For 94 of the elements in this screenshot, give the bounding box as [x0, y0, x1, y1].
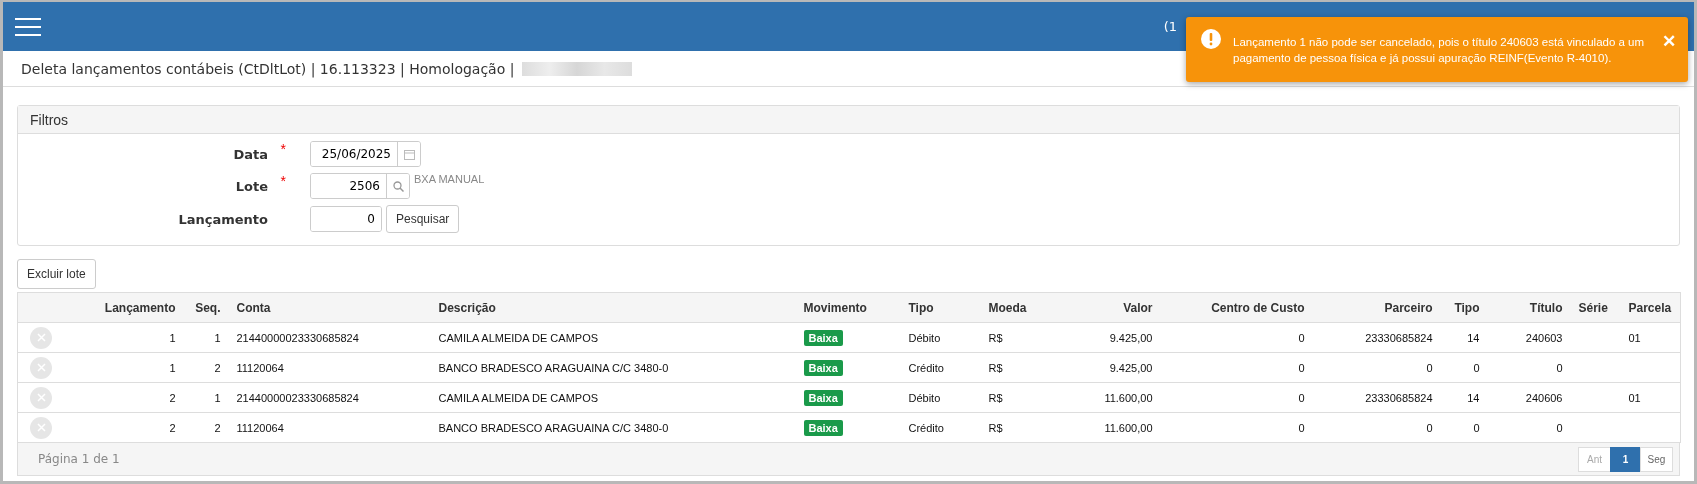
- partner-cell: 0: [1426, 421, 1433, 434]
- account-cell: 21440000023330685824: [236, 391, 359, 404]
- title-cell: 0: [1556, 361, 1563, 374]
- toast-message: Lançamento 1 não pode ser cancelado, pois o título 240603 está vinculado a um pagamento de pessoa física e já possui apuração REINF(Evento R-4010).: [1233, 34, 1646, 66]
- input-field[interactable]: 0: [310, 206, 382, 232]
- page-title: Deleta lançamentos contábeis (CtDltLot) | 16.113323 | Homologação |: [21, 60, 515, 77]
- calendar-icon[interactable]: [403, 148, 415, 160]
- cost-center-cell: 0: [1298, 361, 1305, 374]
- panel-title: Filtros: [18, 106, 1679, 134]
- partner-type-cell: 0: [1473, 361, 1480, 374]
- entry-cell: 2: [169, 421, 176, 434]
- column-header: Moeda: [980, 292, 1071, 323]
- partner-cell: 23330685824: [1365, 391, 1433, 404]
- warning-icon: [1201, 29, 1221, 49]
- installment-cell: 01: [1628, 391, 1641, 404]
- type-cell: Débito: [908, 331, 941, 344]
- sequence-cell: 1: [214, 331, 221, 344]
- account-cell: 11120064: [236, 421, 284, 434]
- menu-icon[interactable]: [15, 16, 41, 37]
- field-label: Lote: [234, 178, 268, 194]
- installment-cell: 01: [1628, 331, 1641, 344]
- column-header: Conta: [228, 292, 431, 323]
- sequence-cell: 2: [214, 421, 221, 434]
- delete-button[interactable]: [30, 356, 52, 379]
- cost-center-cell: 0: [1298, 331, 1305, 344]
- type-cell: Débito: [908, 391, 941, 404]
- status-badge: Baixa: [803, 329, 843, 346]
- amount-cell: 11.600,00: [1104, 421, 1153, 434]
- close-icon: [36, 423, 46, 432]
- description-cell: BANCO BRADESCO ARAGUAINA C/C 3480-0: [438, 361, 669, 374]
- close-icon: [36, 333, 46, 342]
- partner-type-cell: 14: [1467, 331, 1480, 344]
- amount-cell: 11.600,00: [1104, 391, 1153, 404]
- input-field[interactable]: 25/06/2025: [310, 141, 421, 167]
- title-cell: 240606: [1525, 391, 1563, 404]
- column-header: Valor: [1070, 292, 1161, 323]
- entry-cell: 2: [169, 391, 176, 404]
- sequence-cell: 2: [214, 361, 221, 374]
- page-info: Página 1 de 1: [38, 452, 120, 466]
- column-header: Tipo: [900, 292, 981, 323]
- currency-cell: R$: [988, 361, 1003, 374]
- partner-type-cell: 0: [1473, 421, 1480, 434]
- close-icon: [36, 393, 46, 402]
- partner-type-cell: 14: [1467, 391, 1480, 404]
- cost-center-cell: 0: [1298, 421, 1305, 434]
- partner-cell: 0: [1426, 361, 1433, 374]
- required-mark: *: [280, 173, 286, 189]
- amount-cell: 9.425,00: [1109, 361, 1153, 374]
- currency-cell: R$: [988, 391, 1003, 404]
- sequence-cell: 1: [214, 391, 221, 404]
- delete-button[interactable]: [30, 386, 52, 409]
- column-header: Tipo: [1440, 292, 1488, 323]
- field-label: Lançamento: [177, 211, 268, 227]
- column-header: Descrição: [430, 292, 796, 323]
- column-header: Lançamento: [70, 292, 184, 323]
- header-counter: (1: [1163, 19, 1177, 34]
- status-badge: Baixa: [803, 359, 843, 376]
- title-cell: 240603: [1525, 331, 1563, 344]
- account-cell: 11120064: [236, 361, 284, 374]
- type-cell: Crédito: [908, 421, 944, 434]
- entry-cell: 1: [169, 361, 176, 374]
- column-header: Movimento: [795, 292, 901, 323]
- currency-cell: R$: [988, 421, 1003, 434]
- entry-cell: 1: [169, 331, 176, 344]
- page-button[interactable]: Seg: [1640, 446, 1673, 472]
- page-button[interactable]: 1: [1610, 446, 1641, 472]
- cost-center-cell: 0: [1298, 391, 1305, 404]
- column-header: Título: [1487, 292, 1571, 323]
- description-cell: CAMILA ALMEIDA DE CAMPOS: [438, 391, 599, 404]
- currency-cell: R$: [988, 331, 1003, 344]
- search-button[interactable]: Pesquisar: [386, 205, 460, 233]
- field-label: Data: [232, 146, 268, 162]
- close-icon: [36, 363, 46, 372]
- status-badge: Baixa: [803, 419, 843, 436]
- status-badge: Baixa: [803, 389, 843, 406]
- search-icon[interactable]: [392, 180, 404, 192]
- amount-cell: 9.425,00: [1109, 331, 1153, 344]
- column-header: Parcela: [1620, 292, 1681, 323]
- batch-description: BXA MANUAL: [414, 173, 485, 185]
- partner-cell: 23330685824: [1365, 331, 1433, 344]
- delete-button[interactable]: [30, 416, 52, 439]
- title-cell: 0: [1556, 421, 1563, 434]
- column-header: Seq.: [183, 292, 229, 323]
- required-mark: *: [280, 141, 286, 157]
- column-header: Centro de Custo: [1160, 292, 1313, 323]
- description-cell: BANCO BRADESCO ARAGUAINA C/C 3480-0: [438, 421, 669, 434]
- description-cell: CAMILA ALMEIDA DE CAMPOS: [438, 331, 599, 344]
- delete-button[interactable]: [30, 326, 52, 349]
- input-field[interactable]: 2506: [310, 173, 410, 199]
- column-header: Série: [1570, 292, 1621, 323]
- column-header: Parceiro: [1312, 292, 1441, 323]
- delete-batch-button[interactable]: Excluir lote: [17, 259, 96, 289]
- type-cell: Crédito: [908, 361, 944, 374]
- account-cell: 21440000023330685824: [236, 331, 359, 344]
